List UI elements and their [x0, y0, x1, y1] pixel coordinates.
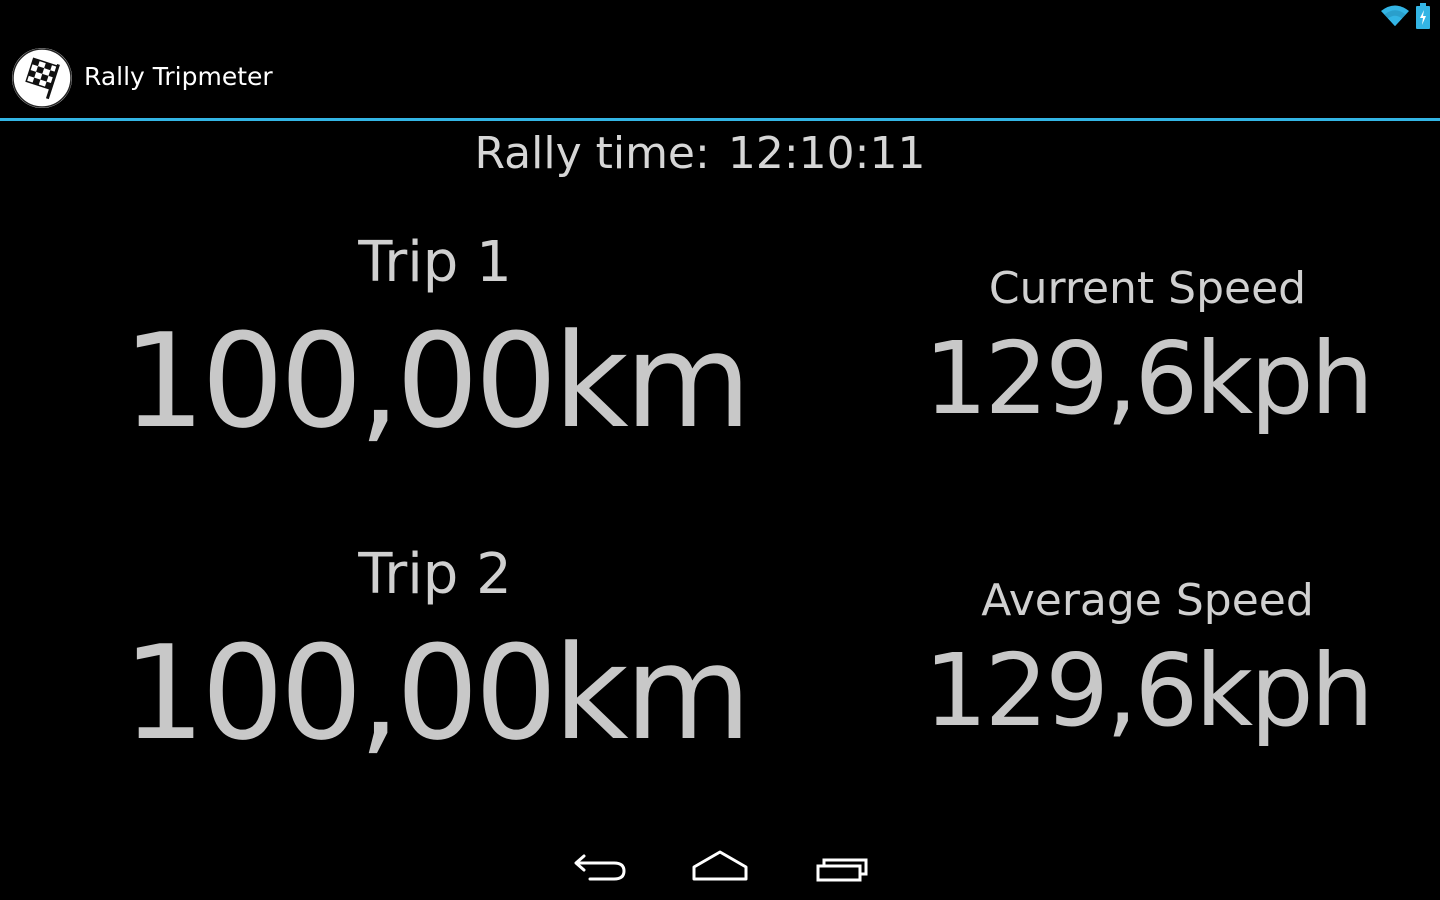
app-title: Rally Tripmeter [84, 62, 273, 91]
checkered-flag-icon[interactable] [12, 48, 72, 108]
navigation-bar [0, 828, 1440, 900]
trip1-label: Trip 1 [358, 230, 512, 295]
average-speed-value: 129,6kph [923, 632, 1374, 749]
trip2-label: Trip 2 [358, 542, 512, 607]
battery-charging-icon [1416, 3, 1430, 29]
back-icon[interactable] [568, 846, 632, 886]
rally-time-label: Rally time: [474, 128, 710, 179]
status-bar [0, 0, 1440, 38]
trip1-value[interactable]: 100,00km [0, 305, 870, 457]
recent-apps-icon[interactable] [810, 846, 874, 886]
current-speed-label: Current Speed [988, 263, 1307, 314]
home-icon[interactable] [688, 846, 752, 886]
current-speed-value: 129,6kph [923, 320, 1374, 437]
average-speed-label: Average Speed [981, 575, 1314, 626]
wifi-icon [1380, 4, 1410, 28]
screen: Rally Tripmeter Rally time: 12:10:11 Trip… [0, 0, 1440, 900]
rally-time-value: 12:10:11 [727, 128, 926, 179]
rally-time: Rally time: 12:10:11 [0, 128, 1400, 179]
action-bar: Rally Tripmeter [0, 38, 1440, 121]
trip2-value[interactable]: 100,00km [0, 617, 870, 769]
